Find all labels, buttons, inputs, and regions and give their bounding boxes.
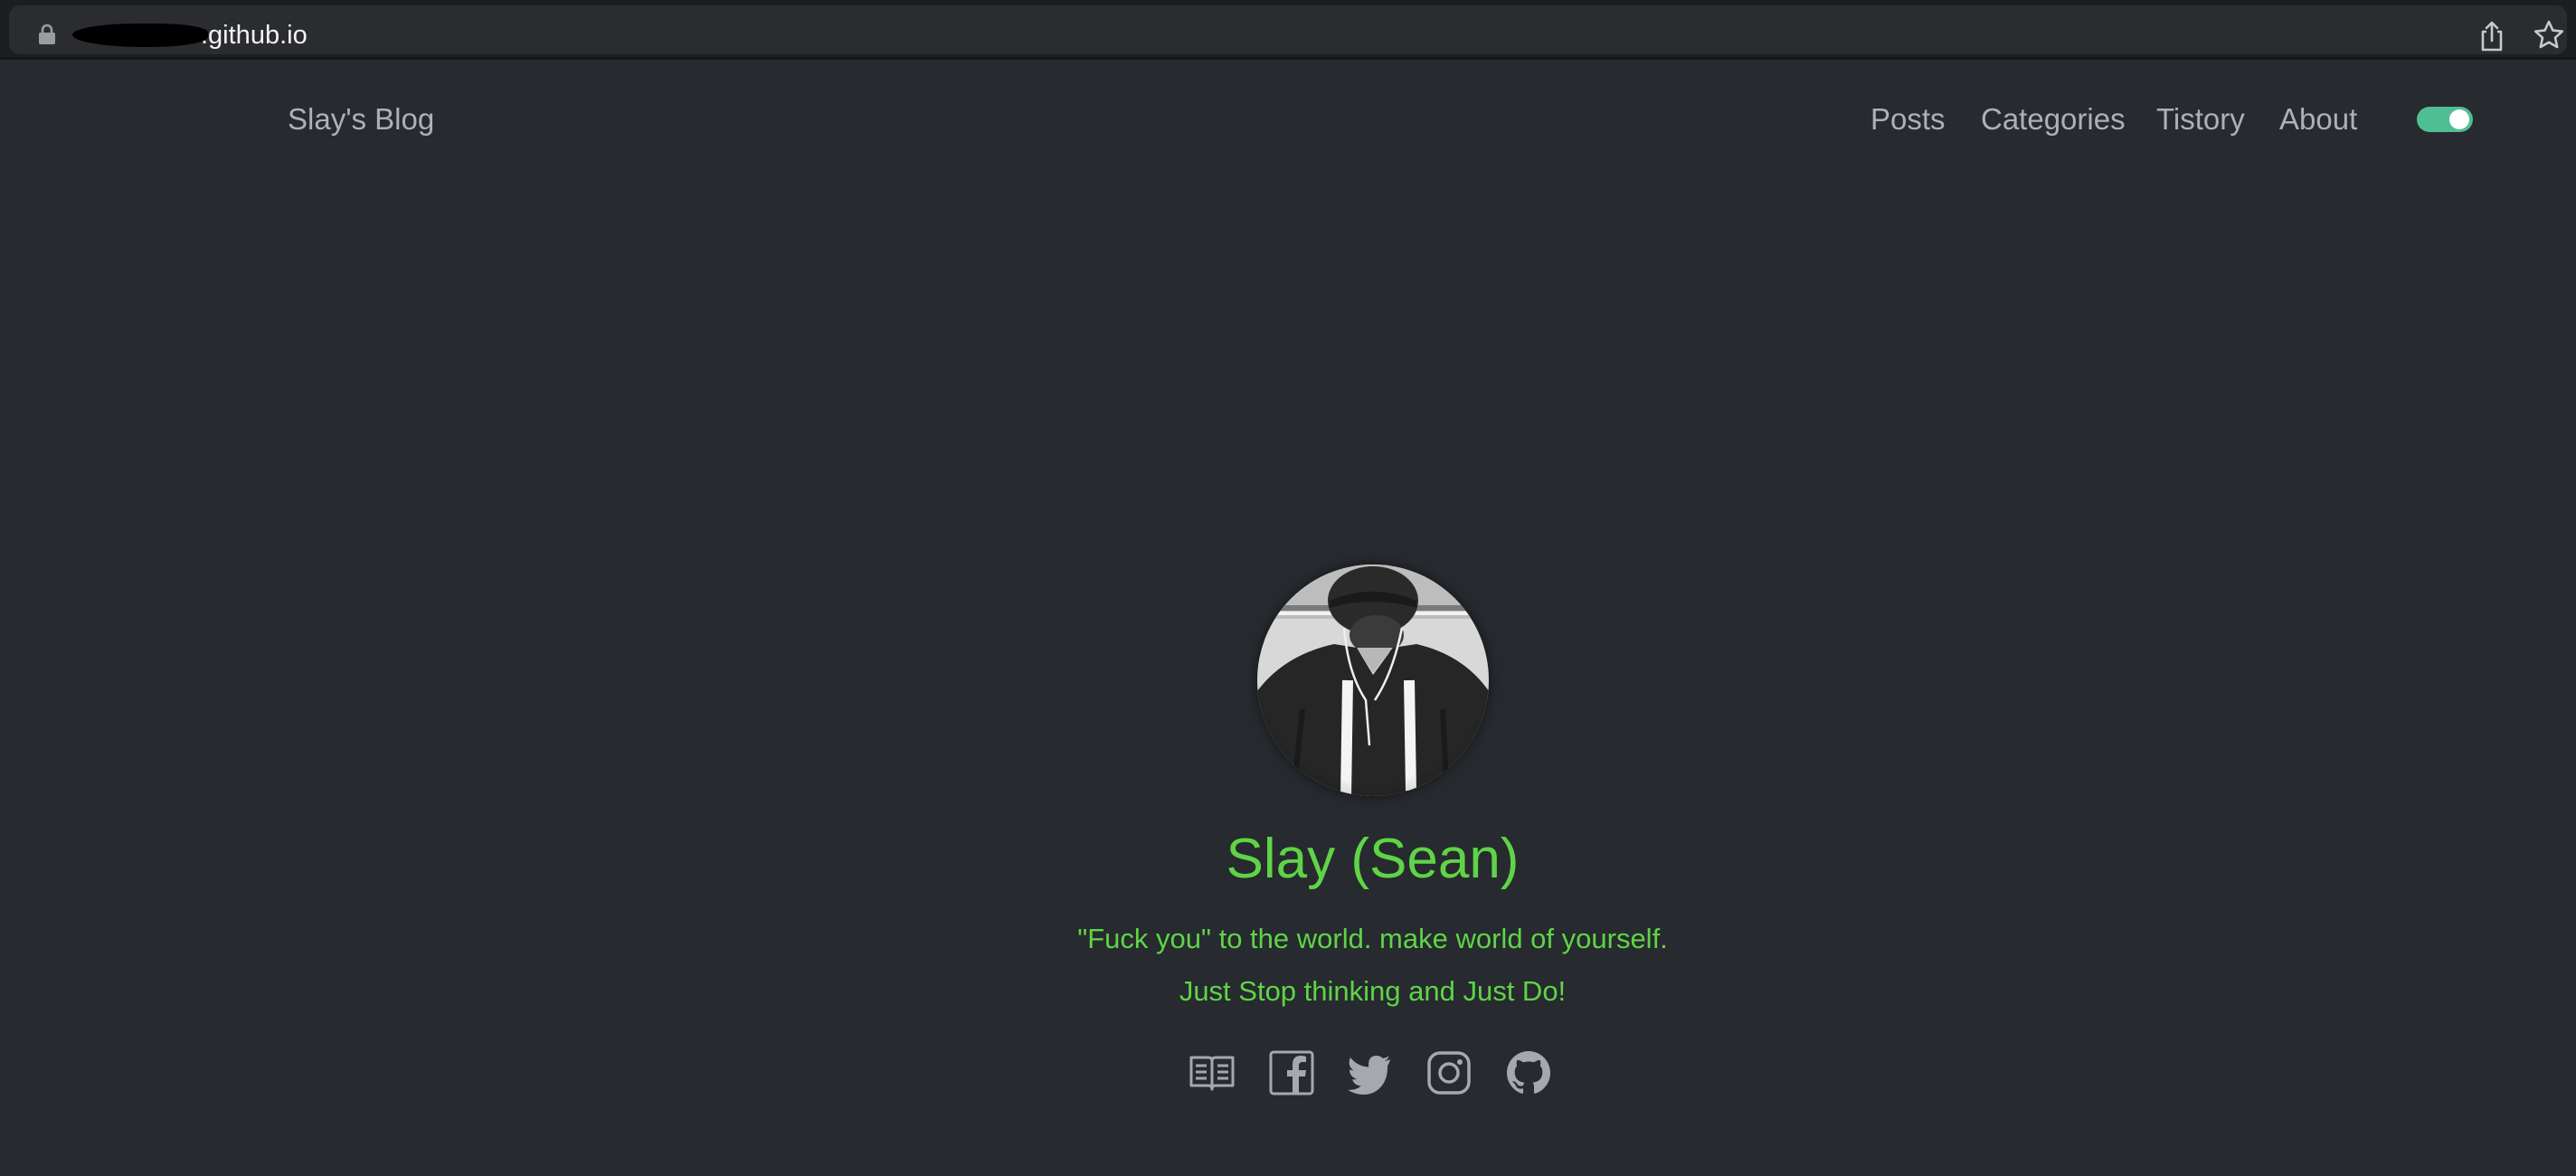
avatar-image (1257, 564, 1489, 796)
profile-bio-line-1: "Fuck you" to the world. make world of y… (1077, 923, 1668, 954)
social-links (1189, 1049, 1559, 1096)
toggle-knob (2449, 109, 2469, 129)
address-bar[interactable]: .github.io (9, 5, 2567, 54)
book-icon[interactable] (1189, 1049, 1236, 1096)
share-icon[interactable] (2477, 20, 2507, 52)
url-redaction (72, 24, 208, 47)
bookmark-icon[interactable] (2533, 19, 2565, 52)
nav-posts[interactable]: Posts (1870, 100, 1946, 139)
instagram-icon[interactable] (1425, 1049, 1473, 1096)
nav-tistory[interactable]: Tistory (2156, 100, 2245, 139)
nav-categories[interactable]: Categories (1981, 100, 2126, 139)
avatar (1257, 564, 1489, 796)
profile-bio-line-2: Just Stop thinking and Just Do! (1179, 975, 1567, 1007)
twitter-icon[interactable] (1346, 1049, 1393, 1096)
url-text: .github.io (201, 21, 308, 50)
site-title-link[interactable]: Slay's Blog (288, 100, 434, 139)
facebook-icon[interactable] (1268, 1049, 1315, 1096)
nav-about[interactable]: About (2279, 100, 2357, 139)
theme-toggle[interactable] (2417, 107, 2473, 132)
profile-name: Slay (Sean) (1226, 828, 1520, 890)
github-icon[interactable] (1505, 1049, 1552, 1096)
lock-icon (39, 24, 55, 44)
browser-toolbar: .github.io (0, 0, 2576, 60)
